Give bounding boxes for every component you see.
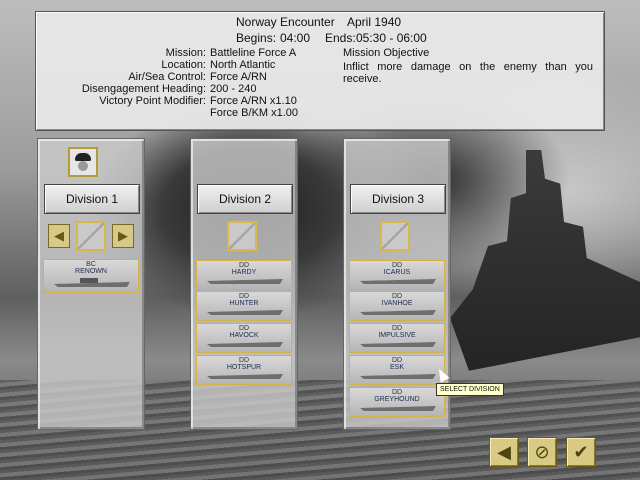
ship-card[interactable]: DD HOTSPUR [196, 355, 292, 385]
ship-card[interactable]: DD IMPULSIVE [349, 323, 445, 353]
officer-face [78, 161, 88, 171]
division-2-button[interactable]: Division 2 [197, 184, 293, 214]
division-1-column: Division 1 ◀ ▶ BC RENOWN [37, 138, 145, 430]
ship-name: GREYHOUND [374, 396, 420, 403]
commander-portrait[interactable] [68, 147, 98, 177]
mission-value: Battleline Force A [210, 47, 297, 59]
mission-label: Mission: [165, 47, 206, 59]
mission-objective-text: Inflict more damage on the enemy than yo… [343, 61, 593, 85]
scenario-date: April 1940 [347, 15, 402, 29]
air-sea-control-label: Air/Sea Control: [128, 71, 206, 83]
begins-time: 04:00 [280, 31, 311, 45]
superstructure-icon [80, 278, 98, 283]
division-2-column: Division 2 DD HARDY DD HUNTER DD HAVOCK … [190, 138, 298, 430]
begins-label: Begins: [236, 31, 277, 45]
confirm-button[interactable]: ✔ [566, 437, 596, 467]
ship-class: DD [238, 325, 250, 332]
destroyer-icon [360, 279, 436, 284]
ship-class: DD [391, 262, 403, 269]
cancel-button[interactable]: ⊘ [527, 437, 557, 467]
ship-name: RENOWN [75, 268, 107, 275]
ship-card[interactable]: DD HUNTER [196, 291, 292, 321]
division-3-button[interactable]: Division 3 [350, 184, 446, 214]
cancel-icon: ⊘ [534, 442, 550, 462]
victory-modifier-force-b: Force B/KM x1.00 [210, 107, 299, 119]
destroyer-icon [207, 310, 283, 315]
location-label: Location: [161, 59, 206, 71]
ship-card[interactable]: BC RENOWN [43, 259, 139, 293]
ship-class: BC [86, 261, 96, 268]
prev-flag-button[interactable]: ◀ [48, 224, 70, 248]
ship-class: DD [391, 325, 403, 332]
destroyer-icon [207, 279, 283, 284]
back-arrow-icon: ◀ [497, 442, 511, 462]
ship-name: ESK [389, 364, 404, 371]
ship-class: DD [391, 357, 403, 364]
division-3-column: Division 3 DD ICARUS DD IVANHOE DD IMPUL… [343, 138, 451, 430]
ends-label: Ends: [325, 31, 356, 45]
mission-objective-title: Mission Objective [343, 47, 430, 59]
division-1-button[interactable]: Division 1 [44, 184, 140, 214]
air-sea-control-value: Force A/RN [210, 71, 267, 83]
ship-card[interactable]: DD HAVOCK [196, 323, 292, 353]
officer-cap-icon [75, 153, 91, 161]
mission-info-panel: Norway Encounter April 1940 Begins: 04:0… [35, 11, 605, 131]
destroyer-icon [207, 342, 283, 347]
ship-name: ICARUS [383, 269, 411, 276]
ship-name: IVANHOE [381, 300, 413, 307]
ship-class: DD [238, 262, 250, 269]
division-1-flag[interactable] [76, 221, 106, 251]
destroyer-icon [360, 406, 436, 411]
ends-time: 05:30 - 06:00 [356, 31, 427, 45]
disengagement-heading-label: Disengagement Heading: [81, 83, 206, 95]
back-button[interactable]: ◀ [489, 437, 519, 467]
ship-name: HUNTER [229, 300, 259, 307]
location-value: North Atlantic [210, 59, 276, 71]
scenario-title: Norway Encounter [236, 15, 335, 29]
destroyer-icon [360, 310, 436, 315]
victory-point-modifier-label: Victory Point Modifier: [99, 95, 206, 107]
ship-card[interactable]: DD GREYHOUND [349, 387, 445, 417]
destroyer-icon [207, 374, 283, 379]
division-2-flag[interactable] [227, 221, 257, 251]
ship-card[interactable]: DD HARDY [196, 260, 292, 290]
ship-card[interactable]: DD IVANHOE [349, 291, 445, 321]
ship-class: DD [238, 357, 250, 364]
next-flag-button[interactable]: ▶ [112, 224, 134, 248]
division-3-flag[interactable] [380, 221, 410, 251]
destroyer-icon [360, 342, 436, 347]
ship-name: IMPULSIVE [378, 332, 416, 339]
checkmark-icon: ✔ [573, 442, 589, 462]
ship-card[interactable]: DD ICARUS [349, 260, 445, 290]
ship-class: DD [391, 389, 403, 396]
victory-modifier-force-a: Force A/RN x1.10 [210, 95, 297, 107]
ship-class: DD [391, 293, 403, 300]
ship-name: HOTSPUR [226, 364, 262, 371]
ship-card[interactable]: DD ESK [349, 355, 445, 385]
ship-name: HAVOCK [229, 332, 259, 339]
ship-name: HARDY [231, 269, 257, 276]
ship-class: DD [238, 293, 250, 300]
disengagement-heading-value: 200 - 240 [210, 83, 257, 95]
destroyer-icon [360, 374, 436, 379]
tooltip: SELECT DIVISION [436, 383, 504, 396]
